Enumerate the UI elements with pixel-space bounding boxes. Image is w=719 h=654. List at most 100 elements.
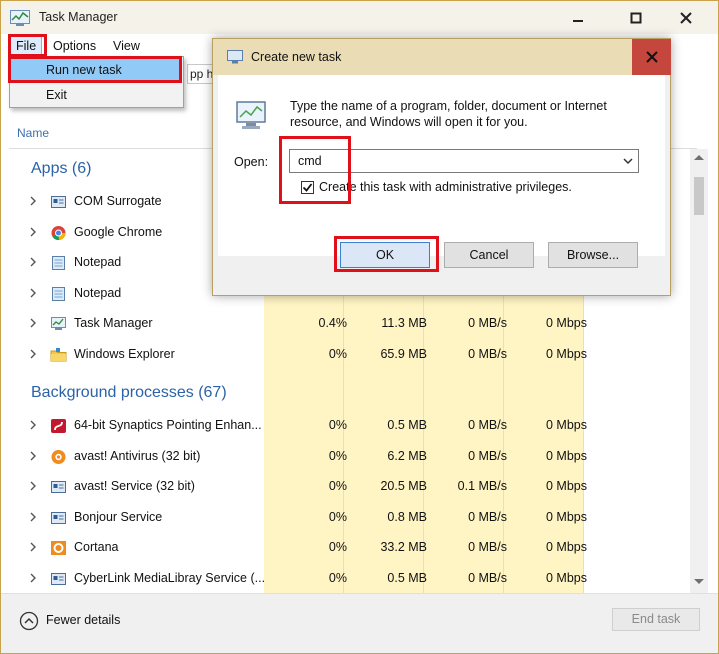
- process-row[interactable]: avast! Service (32 bit) 0% 20.5 MB 0.1 MB/s…: [10, 472, 690, 502]
- process-name: Task Manager: [74, 316, 153, 330]
- chevron-right-icon[interactable]: [28, 257, 38, 267]
- run-program-icon: [236, 101, 266, 129]
- maximize-button[interactable]: [613, 1, 658, 34]
- network-value: 0 Mbps: [546, 479, 587, 493]
- disk-value: 0.1 MB/s: [457, 479, 507, 493]
- memory-value: 0.5 MB: [387, 570, 427, 585]
- dialog-title-bar[interactable]: Create new task: [213, 39, 671, 75]
- cpu-value: 0%: [328, 418, 347, 432]
- dialog-body: Type the name of a program, folder, docu…: [218, 75, 665, 256]
- memory-value: 20.5 MB: [380, 479, 427, 493]
- process-name: Bonjour Service: [74, 509, 163, 524]
- task-manager-icon: [51, 317, 66, 330]
- minimize-icon: [572, 19, 583, 22]
- network-value: 0 Mbps: [546, 540, 587, 554]
- close-button[interactable]: [663, 1, 709, 34]
- cpu-value: 0%: [328, 346, 347, 361]
- cpu-value: 0%: [328, 570, 347, 585]
- chevron-right-icon[interactable]: [28, 451, 38, 461]
- menu-view[interactable]: View: [108, 36, 145, 56]
- disk-value: 0 MB/s: [468, 570, 507, 585]
- notepad-icon: [52, 256, 65, 270]
- chevron-up-circle-icon[interactable]: [19, 611, 39, 631]
- process-name: Notepad: [74, 285, 122, 300]
- chevron-right-icon[interactable]: [28, 542, 38, 552]
- chevron-down-icon[interactable]: [623, 158, 633, 165]
- disk-value: 0 MB/s: [468, 418, 507, 432]
- process-row[interactable]: avast! Antivirus (32 bit) 0% 6.2 MB 0 MB/s 0…: [10, 442, 690, 472]
- process-name: COM Surrogate: [74, 194, 162, 208]
- close-icon: [680, 11, 692, 24]
- column-header-name[interactable]: Name: [17, 126, 49, 140]
- open-input-value[interactable]: cmd: [298, 154, 322, 168]
- browse-button[interactable]: Browse...: [548, 242, 638, 268]
- scroll-up-icon[interactable]: [694, 155, 704, 160]
- memory-value: 6.2 MB: [387, 448, 427, 463]
- dialog-description-line-2: resource, and Windows will open it for y…: [290, 115, 528, 129]
- menu-file[interactable]: File: [9, 35, 43, 57]
- disk-value: 0 MB/s: [468, 346, 507, 361]
- service-icon: [51, 481, 66, 493]
- cpu-value: 0%: [328, 540, 347, 554]
- process-row[interactable]: 64-bit Synaptics Pointing Enhan... 0% 0.5 …: [10, 411, 690, 441]
- task-manager-icon: [10, 10, 30, 26]
- service-icon: [51, 511, 66, 524]
- process-name: Notepad: [74, 255, 122, 269]
- scroll-thumb[interactable]: [694, 177, 704, 215]
- menu-options[interactable]: Options: [48, 36, 101, 56]
- run-icon: [227, 50, 243, 64]
- cpu-value: 0%: [328, 479, 347, 493]
- disk-value: 0 MB/s: [468, 509, 507, 524]
- folder-icon: [50, 347, 67, 361]
- chevron-right-icon[interactable]: [28, 420, 38, 430]
- chevron-right-icon[interactable]: [28, 512, 38, 522]
- process-name: Cortana: [74, 540, 119, 554]
- cpu-value: 0%: [328, 509, 347, 524]
- chevron-right-icon[interactable]: [28, 481, 38, 491]
- disk-value: 0 MB/s: [468, 316, 507, 330]
- process-name: Google Chrome: [74, 224, 163, 239]
- minimize-button[interactable]: [555, 1, 600, 34]
- synaptics-icon: [51, 419, 66, 433]
- scroll-down-icon[interactable]: [694, 579, 704, 584]
- admin-privileges-checkbox[interactable]: [301, 181, 314, 194]
- ok-button[interactable]: OK: [340, 242, 430, 268]
- process-row[interactable]: Task Manager 0.4% 11.3 MB 0 MB/s 0 Mbps: [10, 309, 690, 339]
- process-row[interactable]: CyberLink MediaLibray Service (... 0% 0.5 …: [10, 564, 690, 594]
- close-icon: [645, 51, 658, 63]
- chevron-right-icon[interactable]: [28, 349, 38, 359]
- chevron-right-icon[interactable]: [28, 288, 38, 298]
- admin-privileges-label[interactable]: Create this task with administrative pri…: [319, 180, 572, 194]
- network-value: 0 Mbps: [546, 448, 587, 463]
- process-row[interactable]: Cortana 0% 33.2 MB 0 MB/s 0 Mbps: [10, 533, 690, 563]
- title-bar[interactable]: Task Manager: [1, 1, 718, 34]
- menu-item-exit[interactable]: Exit: [11, 83, 182, 107]
- open-combobox[interactable]: cmd: [289, 149, 639, 173]
- group-header-background[interactable]: Background processes (67): [31, 384, 227, 402]
- network-value: 0 Mbps: [546, 418, 587, 432]
- dialog-description-line-1: Type the name of a program, folder, docu…: [290, 99, 607, 113]
- disk-value: 0 MB/s: [468, 540, 507, 554]
- dialog-close-button[interactable]: [632, 39, 671, 75]
- cancel-button[interactable]: Cancel: [444, 242, 534, 268]
- maximize-icon: [630, 12, 641, 23]
- service-icon: [51, 572, 66, 585]
- chevron-right-icon[interactable]: [28, 227, 38, 237]
- vertical-scrollbar[interactable]: [690, 149, 708, 593]
- memory-value: 0.8 MB: [387, 509, 427, 524]
- open-label: Open:: [234, 155, 269, 169]
- group-header-apps[interactable]: Apps (6): [31, 160, 91, 178]
- chevron-right-icon[interactable]: [28, 318, 38, 328]
- process-row[interactable]: Bonjour Service 0% 0.8 MB 0 MB/s 0 Mbps: [10, 503, 690, 533]
- fewer-details-link[interactable]: Fewer details: [46, 613, 120, 627]
- process-name: avast! Antivirus (32 bit): [74, 448, 201, 463]
- end-task-button[interactable]: End task: [612, 608, 700, 631]
- process-name: avast! Service (32 bit): [74, 479, 195, 493]
- process-row[interactable]: Windows Explorer 0% 65.9 MB 0 MB/s 0 Mbps: [10, 340, 690, 370]
- disk-value: 0 MB/s: [468, 448, 507, 463]
- menu-item-run-new-task[interactable]: Run new task: [11, 58, 182, 82]
- notepad-icon: [52, 286, 65, 301]
- chevron-right-icon[interactable]: [28, 196, 38, 206]
- chevron-right-icon[interactable]: [28, 573, 38, 583]
- network-value: 0 Mbps: [546, 316, 587, 330]
